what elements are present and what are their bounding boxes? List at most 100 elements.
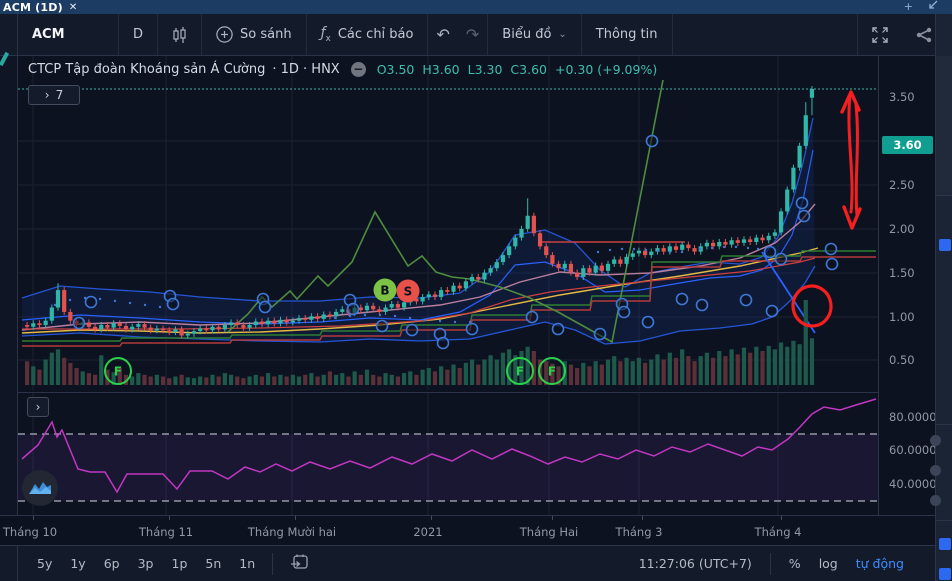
panel-avatar[interactable] <box>930 495 941 506</box>
legend-high: H3.60 <box>422 62 459 77</box>
log-scale-button[interactable]: log <box>819 556 838 571</box>
chevron-right-icon: › <box>36 400 41 414</box>
time-axis-label: 2021 <box>413 525 442 539</box>
range-button-1y[interactable]: 1y <box>61 556 94 571</box>
time-axis-tick <box>431 516 432 520</box>
popout-arrow-icon[interactable] <box>929 0 938 9</box>
time-axis-label: Tháng 11 <box>139 525 193 539</box>
svg-text:F: F <box>114 365 122 379</box>
plus-circle-icon <box>216 26 233 43</box>
right-panel-edge <box>935 14 952 581</box>
watchlist-flag-icon[interactable] <box>939 568 951 580</box>
calendar-goto-icon <box>290 553 309 571</box>
share-icon <box>916 27 932 43</box>
price-axis-label: 1.50 <box>889 266 915 280</box>
bottom-bar: 5y1y6p3p1p5n1n 11:27:06 (UTC+7) % log tự… <box>0 545 952 581</box>
svg-text:B: B <box>380 284 389 298</box>
indicator-axis-label: 40.0000 <box>889 477 937 491</box>
fx-icon: ƒx <box>321 25 331 44</box>
indicator-axis-label: 60.0000 <box>889 443 937 457</box>
indicator-axis-label: 80.0000 <box>889 410 937 424</box>
left-panel-edge <box>0 56 18 515</box>
price-axis-label: 0.50 <box>889 353 915 367</box>
undo-button[interactable]: ↶ <box>428 14 457 55</box>
auto-scale-button[interactable]: tự động <box>856 556 904 571</box>
time-axis-tick <box>552 516 553 520</box>
time-axis-label: Tháng Mười hai <box>248 525 336 539</box>
compare-button[interactable]: So sánh <box>202 14 306 55</box>
chevron-down-icon: ⌄ <box>558 29 566 40</box>
range-button-3p[interactable]: 3p <box>129 556 163 571</box>
price-axis[interactable]: 3.503.002.502.001.501.000.50 3.60 80.000… <box>878 56 935 515</box>
fullscreen-button[interactable] <box>858 14 902 55</box>
legend-close: C3.60 <box>510 62 547 77</box>
time-axis-tick <box>781 516 782 520</box>
indicators-button[interactable]: ƒx Các chỉ báo <box>307 14 428 55</box>
indicator-collapse-button[interactable]: › 7 <box>28 85 80 105</box>
range-button-1n[interactable]: 1n <box>230 556 264 571</box>
drawn-arrow-annotation[interactable] <box>849 95 852 212</box>
lower-pane-collapse-button[interactable]: › <box>27 397 49 417</box>
fullscreen-icon <box>872 27 888 43</box>
time-axis-label: Tháng 4 <box>755 525 802 539</box>
pane-separator[interactable] <box>0 392 935 393</box>
tab-title[interactable]: ACM (1D) <box>0 1 63 14</box>
watchlist-flag-icon[interactable] <box>939 538 951 550</box>
time-axis-label: Tháng 3 <box>616 525 663 539</box>
range-button-5n[interactable]: 5n <box>196 556 230 571</box>
panel-avatar[interactable] <box>930 435 941 446</box>
clock[interactable]: 11:27:06 (UTC+7) <box>639 556 752 571</box>
chart-menu-button[interactable]: Biểu đồ ⌄ <box>488 14 581 55</box>
time-axis-label: Tháng Hai <box>520 525 579 539</box>
price-axis-label: 2.00 <box>889 222 915 236</box>
candlestick-icon <box>172 27 187 43</box>
drawn-arrow-annotation[interactable] <box>856 105 857 215</box>
time-axis-tick <box>169 516 170 520</box>
symbol-button[interactable]: ACM <box>18 14 118 55</box>
legend-open: O3.50 <box>377 62 415 77</box>
toolbar-left-rail <box>0 14 18 55</box>
legend-change: +0.30 (+9.09%) <box>555 62 657 77</box>
mountain-chart-icon <box>28 479 52 497</box>
indicators-label: Các chỉ báo <box>338 27 414 42</box>
legend-suffix: · 1D · HNX <box>272 62 339 77</box>
tab-close-icon[interactable]: ✕ <box>69 2 77 13</box>
rsi-indicator-chart[interactable] <box>18 393 878 515</box>
svg-text:F: F <box>516 365 524 379</box>
svg-text:F: F <box>548 365 556 379</box>
time-axis-tick <box>295 516 296 520</box>
time-axis-tick <box>642 516 643 520</box>
time-axis-tick <box>33 516 34 520</box>
go-to-date-button[interactable] <box>281 553 318 574</box>
main-price-chart[interactable]: FFFBS <box>18 56 878 390</box>
browser-tab-bar: ACM (1D) ✕ + <box>0 0 952 14</box>
range-button-5y[interactable]: 5y <box>28 556 61 571</box>
chart-menu-label: Biểu đồ <box>502 27 551 42</box>
time-axis[interactable]: Tháng 10 Tháng 11 Tháng Mười hai 2021 Tháng … <box>0 515 935 545</box>
range-button-1p[interactable]: 1p <box>163 556 197 571</box>
legend-title[interactable]: CTCP Tập đoàn Khoáng sản Á Cường <box>28 62 265 77</box>
price-axis-label: 1.00 <box>889 310 915 324</box>
info-button[interactable]: Thông tin <box>582 14 672 55</box>
range-button-group: 5y1y6p3p1p5n1n <box>28 556 264 571</box>
trading-app-window: ACM (1D) ✕ + ACM D So sánh <box>0 0 952 581</box>
panel-avatar[interactable] <box>930 465 941 476</box>
last-price-badge: 3.60 <box>882 136 933 154</box>
percent-scale-button[interactable]: % <box>789 556 801 571</box>
compare-label: So sánh <box>240 27 292 42</box>
chevron-right-icon: › <box>45 88 50 102</box>
new-tab-icon[interactable]: + <box>904 0 913 13</box>
chart-toolbar: ACM D So sánh ƒx Các chỉ báo ↶ ↷ <box>0 14 952 56</box>
bottombar-left-rail <box>0 546 18 581</box>
watchlist-flag-icon[interactable] <box>939 239 951 251</box>
symbol-legend[interactable]: CTCP Tập đoàn Khoáng sản Á Cường · 1D · … <box>28 62 657 77</box>
redo-button[interactable]: ↷ <box>458 14 487 55</box>
range-button-6p[interactable]: 6p <box>95 556 129 571</box>
interval-button[interactable]: D <box>119 14 157 55</box>
hide-series-icon[interactable]: − <box>351 62 366 77</box>
price-axis-label: 3.50 <box>889 90 915 104</box>
time-axis-label: Tháng 10 <box>3 525 57 539</box>
indicator-logo <box>22 470 58 506</box>
hidden-indicator-count: 7 <box>56 88 64 102</box>
chart-style-button[interactable] <box>158 14 201 55</box>
